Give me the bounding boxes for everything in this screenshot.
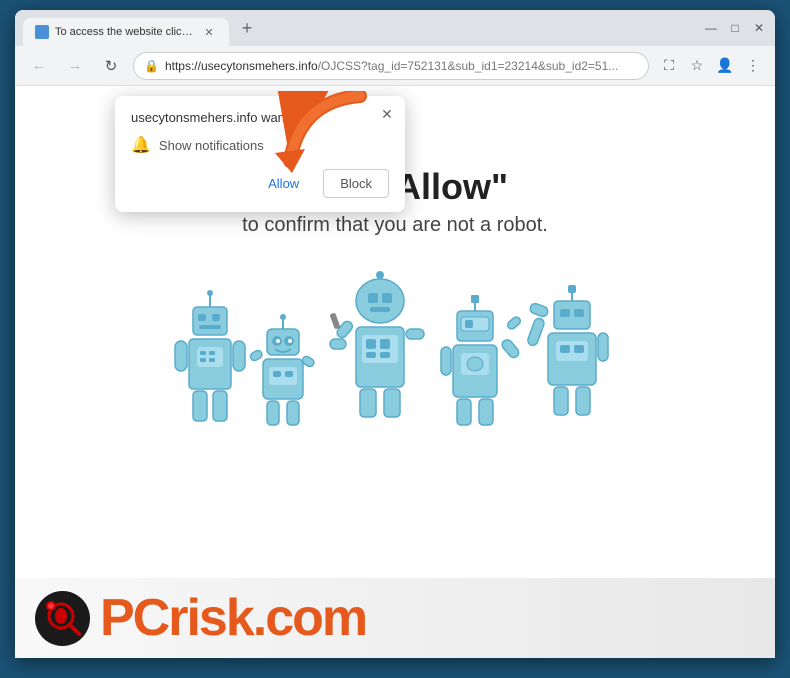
new-tab-button[interactable]: + [233, 14, 261, 42]
pcrisk-text-logo: PCrisk.com [100, 592, 366, 644]
pcrisk-pc: PC [100, 589, 168, 647]
address-bar: ← → ↻ 🔒 https://usecytonsmehers.info/OJC… [15, 46, 775, 86]
popup-title: usecytonsmehers.info wants to [131, 110, 389, 125]
lock-icon: 🔒 [144, 59, 159, 73]
notification-show-text: Show notifications [159, 138, 264, 153]
url-text: https://usecytonsmehers.info/OJCSS?tag_i… [165, 59, 618, 73]
tab-title: To access the website click the " [55, 26, 195, 38]
profile-icon[interactable]: 👤 [713, 54, 737, 78]
page-subheading: to confirm that you are not a robot. [242, 214, 548, 237]
maximize-button[interactable]: □ [727, 20, 743, 36]
forward-button[interactable]: → [61, 52, 89, 80]
url-path: /OJCSS?tag_id=752131&sub_id1=23214&sub_i… [318, 59, 619, 73]
popup-close-button[interactable]: ✕ [377, 104, 397, 124]
browser-window: To access the website click the " ✕ + — … [15, 10, 775, 658]
address-icons: ⛶ ☆ 👤 ⋮ [657, 54, 765, 78]
page-content: ✕ usecytonsmehers.info wants to 🔔 Show n… [15, 86, 775, 658]
pcrisk-risk: risk [168, 589, 253, 647]
url-bar[interactable]: 🔒 https://usecytonsmehers.info/OJCSS?tag… [133, 52, 649, 80]
bell-icon: 🔔 [131, 135, 151, 155]
bookmark-icon[interactable]: ☆ [685, 54, 709, 78]
back-button[interactable]: ← [25, 52, 53, 80]
popup-notification-row: 🔔 Show notifications [131, 135, 389, 155]
pcrisk-com: .com [253, 589, 366, 647]
window-controls: — □ ✕ [703, 20, 767, 36]
tab-area: To access the website click the " ✕ + [23, 10, 703, 46]
allow-button[interactable]: Allow [252, 169, 315, 198]
active-tab[interactable]: To access the website click the " ✕ [23, 18, 229, 46]
screen-capture-icon[interactable]: ⛶ [657, 54, 681, 78]
pcrisk-logo-icon [35, 591, 90, 646]
close-button[interactable]: ✕ [751, 20, 767, 36]
url-domain: https://usecytonsmehers.info [165, 59, 318, 73]
robots-svg [145, 267, 645, 467]
pcrisk-bar: PCrisk.com [15, 578, 775, 658]
minimize-button[interactable]: — [703, 20, 719, 36]
block-button[interactable]: Block [323, 169, 389, 198]
robots-illustration [145, 267, 645, 467]
title-bar: To access the website click the " ✕ + — … [15, 10, 775, 46]
notification-popup: ✕ usecytonsmehers.info wants to 🔔 Show n… [115, 96, 405, 212]
popup-buttons: Allow Block [131, 169, 389, 198]
pcrisk-icon-svg [43, 598, 83, 638]
refresh-button[interactable]: ↻ [97, 52, 125, 80]
menu-icon[interactable]: ⋮ [741, 54, 765, 78]
tab-close-button[interactable]: ✕ [201, 24, 217, 40]
tab-favicon [35, 25, 49, 39]
